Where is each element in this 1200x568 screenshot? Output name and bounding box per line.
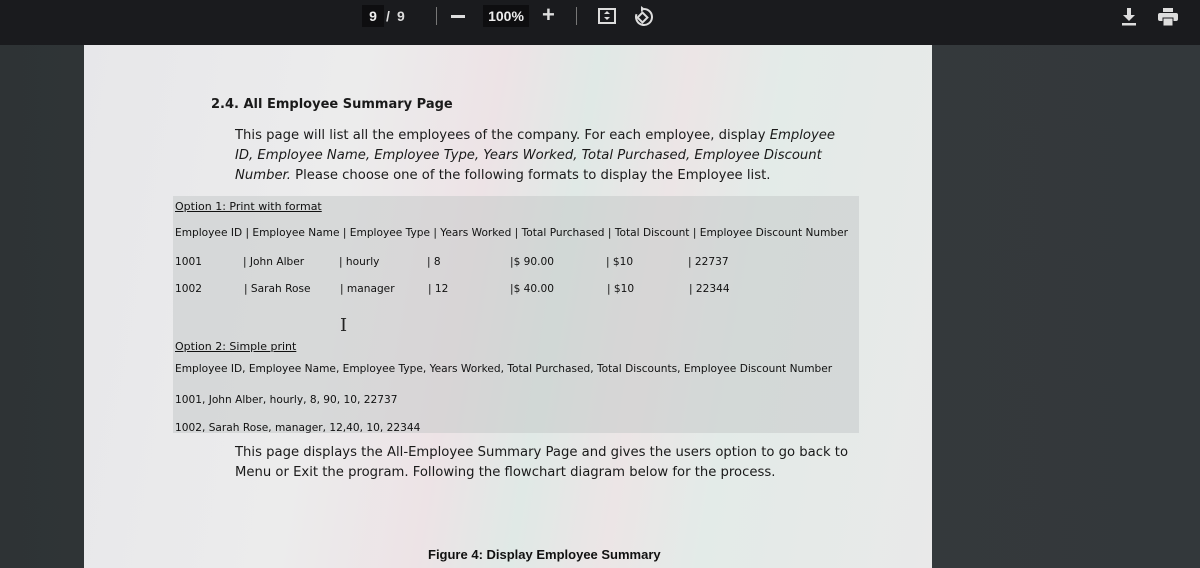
- cell-discount-number: | 22344: [689, 283, 730, 295]
- option1-header: Employee ID | Employee Name | Employee T…: [175, 227, 849, 239]
- cell-purchased: |$ 90.00: [510, 256, 555, 268]
- pdf-page: 2.4. All Employee Summary Page This page…: [84, 45, 932, 568]
- page-separator: /: [386, 8, 390, 24]
- cell-discount: | $10: [607, 283, 635, 295]
- option2-line: 1001, John Alber, hourly, 8, 90, 10, 227…: [175, 394, 398, 406]
- cell-purchased: |$ 40.00: [510, 283, 555, 295]
- total-pages: 9: [397, 8, 405, 24]
- cell-name: | Sarah Rose: [244, 283, 311, 295]
- text-cursor-icon: I: [340, 315, 348, 336]
- cell-type: | manager: [340, 283, 395, 295]
- toolbar-divider: [436, 7, 437, 25]
- cell-name: | John Alber: [243, 256, 305, 268]
- cell-years: | 12: [428, 283, 449, 295]
- cell-type: | hourly: [339, 256, 380, 268]
- option2-header: Employee ID, Employee Name, Employee Typ…: [175, 363, 833, 375]
- cell-discount-number: | 22737: [688, 256, 729, 268]
- cell-id: 1001: [175, 256, 202, 268]
- option2-title: Option 2: Simple print: [175, 340, 297, 353]
- option2-line: 1002, Sarah Rose, manager, 12,40, 10, 22…: [175, 422, 421, 434]
- rotate-icon[interactable]: [632, 5, 656, 29]
- section-title: 2.4. All Employee Summary Page: [211, 97, 453, 112]
- cell-id: 1002: [175, 283, 202, 295]
- zoom-out-button[interactable]: [451, 15, 465, 18]
- current-page-input[interactable]: 9: [362, 5, 384, 27]
- toolbar-divider: [576, 7, 577, 25]
- intro-text-2: Please choose one of the following forma…: [290, 168, 771, 183]
- zoom-in-button[interactable]: +: [542, 2, 555, 28]
- intro-text: This page will list all the employees of…: [235, 128, 770, 143]
- fit-to-page-icon[interactable]: [598, 8, 616, 24]
- download-icon[interactable]: [1121, 8, 1137, 26]
- option1-title: Option 1: Print with format: [175, 200, 322, 213]
- print-icon[interactable]: [1158, 8, 1178, 26]
- zoom-level-input[interactable]: 100%: [483, 5, 529, 27]
- cell-years: | 8: [427, 256, 441, 268]
- outro-paragraph: This page displays the All-Employee Summ…: [235, 445, 849, 480]
- pdf-toolbar: 9 / 9 100% +: [0, 0, 1200, 45]
- cell-discount: | $10: [606, 256, 634, 268]
- figure-caption: Figure 4: Display Employee Summary: [428, 547, 661, 562]
- intro-paragraph: This page will list all the employees of…: [235, 126, 855, 186]
- plus-icon: +: [542, 2, 555, 27]
